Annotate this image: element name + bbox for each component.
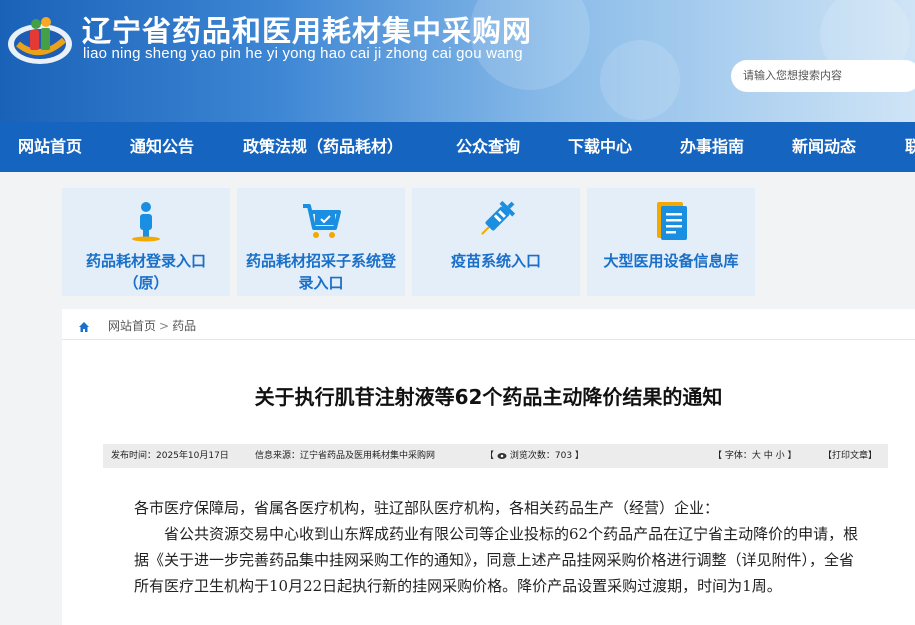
article-paragraph: 省公共资源交易中心收到山东辉成药业有限公司等企业投标的62个药品产品在辽宁省主动… [134, 525, 859, 595]
site-title[interactable]: 辽宁省药品和医用耗材集中采购网 [82, 8, 532, 50]
entry-label: 疫苗系统入口 [450, 252, 541, 270]
breadcrumb: 网站首页 > 药品 [78, 315, 196, 337]
nav-item-public-query[interactable]: 公众查询 [456, 122, 520, 172]
document-icon [657, 202, 687, 240]
entry-label: 药品耗材登录入口（原） [85, 252, 206, 292]
site-pinyin: liao ning sheng yao pin he yi yong hao c… [83, 45, 523, 62]
entry-card-vaccine[interactable]: 疫苗系统入口 [412, 188, 580, 296]
nav-item-guide[interactable]: 办事指南 [680, 122, 744, 172]
article-title: 关于执行肌苷注射液等62个药品主动降价结果的通知 [254, 385, 723, 409]
view-count-text: 浏览次数：703 】 [509, 451, 584, 461]
nav-item-notices[interactable]: 通知公告 [130, 122, 194, 172]
search-input[interactable]: 请输入您想搜索内容 [731, 60, 915, 92]
print-article-link[interactable]: 【打印文章】 [823, 444, 877, 468]
publish-time: 发布时间：2025年10月17日 [111, 451, 229, 461]
site-header: 辽宁省药品和医用耗材集中采购网 liao ning sheng yao pin … [0, 0, 915, 122]
breadcrumb-current[interactable]: 药品 [172, 319, 196, 333]
main-nav: 网站首页 通知公告 政策法规（药品耗材） 公众查询 下载中心 办事指南 新闻动态… [0, 122, 915, 172]
info-source: 信息来源：辽宁省药品及医用耗材集中采购网 [255, 451, 436, 461]
nav-item-news[interactable]: 新闻动态 [792, 122, 856, 172]
nav-item-downloads[interactable]: 下载中心 [568, 122, 632, 172]
entry-card-equipment[interactable]: 大型医用设备信息库 [587, 188, 755, 296]
home-icon[interactable] [78, 321, 90, 333]
nav-item-contact[interactable]: 联 [905, 122, 915, 172]
entry-card-drug-login[interactable]: 药品耗材登录入口（原） [62, 188, 230, 296]
divider [62, 339, 915, 340]
article-body: 各市医疗保障局，省属各医疗机构，驻辽部队医疗机构，各相关药品生产（经营）企业： … [134, 495, 864, 599]
site-logo-icon[interactable] [6, 14, 74, 66]
decorative-bubble [600, 40, 680, 120]
nav-item-policies[interactable]: 政策法规（药品耗材） [243, 122, 403, 172]
entry-label: 药品耗材招采子系统登录入口 [245, 252, 396, 292]
cart-icon [303, 204, 341, 238]
nav-item-home[interactable]: 网站首页 [18, 122, 82, 172]
entry-label: 大型医用设备信息库 [603, 252, 739, 270]
breadcrumb-home-link[interactable]: 网站首页 [108, 319, 156, 333]
view-count: 【 浏览次数：703 】 [485, 451, 584, 461]
eye-icon [497, 452, 507, 459]
breadcrumb-separator: > [159, 319, 170, 333]
article-meta-bar: 发布时间：2025年10月17日 信息来源：辽宁省药品及医用耗材集中采购网 【 … [103, 444, 888, 468]
article-panel: 网站首页 > 药品 关于执行肌苷注射液等62个药品主动降价结果的通知 发布时间：20… [62, 309, 915, 625]
font-size-controls[interactable]: 【 字体：大 中 小 】 [713, 444, 796, 468]
entry-cards: 药品耗材登录入口（原） 药品耗材招采子系统登录入口 疫苗系统入口 大型医用设备信… [0, 172, 915, 309]
syringe-icon [481, 200, 516, 235]
person-icon [132, 202, 160, 242]
entry-card-procurement[interactable]: 药品耗材招采子系统登录入口 [237, 188, 405, 296]
article-paragraph: 各市医疗保障局，省属各医疗机构，驻辽部队医疗机构，各相关药品生产（经营）企业： [134, 499, 720, 517]
